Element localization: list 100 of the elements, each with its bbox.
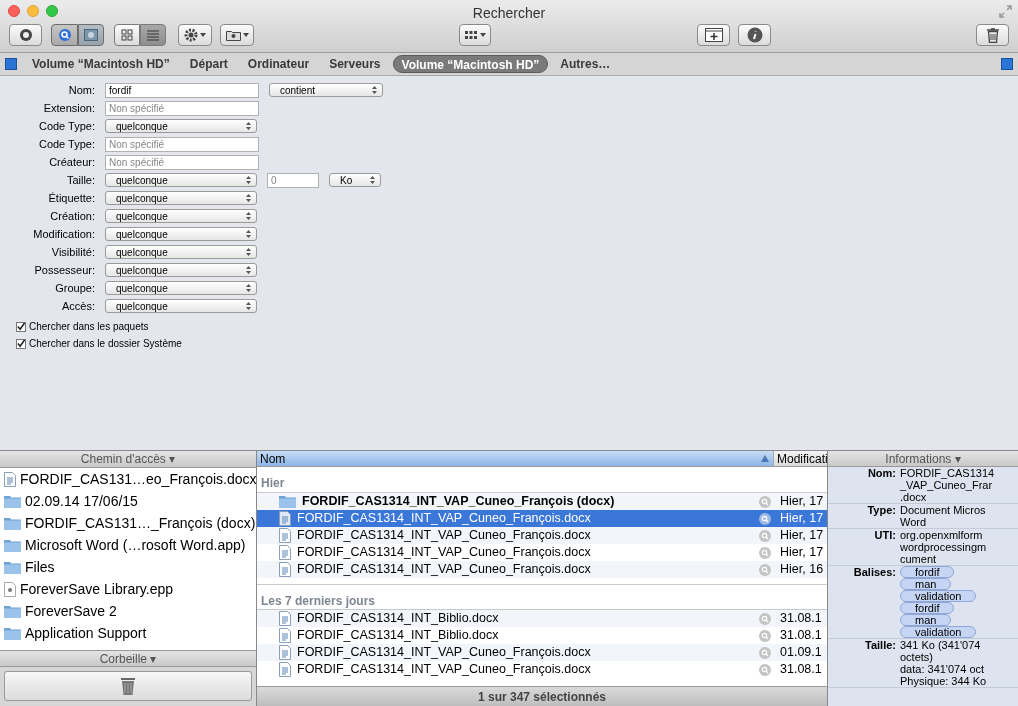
close-button[interactable] — [8, 5, 20, 17]
info-value: cument — [900, 553, 938, 565]
delete-button[interactable] — [976, 24, 1009, 46]
folder-action-button[interactable] — [220, 24, 254, 46]
tag[interactable]: validation — [900, 626, 977, 638]
popup-button[interactable]: quelconque — [105, 173, 257, 187]
popup-button[interactable]: quelconque — [105, 245, 257, 259]
search-button[interactable] — [51, 24, 78, 46]
popup-button[interactable]: quelconque — [105, 299, 257, 313]
info-value: _VAP_Cuneo_Frar — [900, 479, 994, 491]
tag[interactable]: fordif — [900, 602, 955, 614]
stepper-icon — [246, 194, 251, 202]
scope-tab[interactable]: Ordinateur — [239, 55, 318, 73]
file-name: FORDIF_CAS1314_INT_VAP_Cuneo_François.docx — [297, 510, 591, 528]
document-icon — [279, 545, 291, 560]
field-label: Groupe: — [54, 280, 96, 296]
result-row[interactable]: FORDIF_CAS1314_INT_VAP_Cuneo_François.docx Hier, 17 — [257, 510, 827, 527]
result-row[interactable]: FORDIF_CAS1314_INT_VAP_Cuneo_François.docx 01.09.1 — [257, 644, 827, 661]
result-row[interactable]: FORDIF_CAS1314_INT_VAP_Cuneo_François.docx Hier, 16 — [257, 561, 827, 578]
field-label: Accès: — [61, 298, 96, 314]
sidebar-icon[interactable] — [1001, 58, 1013, 70]
popup-button[interactable]: quelconque — [105, 119, 257, 133]
panel-header[interactable]: Corbeille ▾ — [0, 650, 256, 667]
stepper-icon — [246, 176, 251, 184]
popup-button[interactable]: quelconque — [105, 227, 257, 241]
input-field[interactable]: 0 — [267, 172, 319, 188]
path-item[interactable]: Files — [0, 556, 256, 578]
zoom-button[interactable] — [46, 5, 58, 17]
column-header[interactable]: Nom — [257, 451, 773, 466]
info-value: Physique: 344 Ko — [900, 675, 987, 687]
file-name: FORDIF_CAS1314_INT_VAP_Cuneo_François (docx) — [302, 493, 615, 511]
popup-button[interactable]: quelconque — [105, 263, 257, 277]
file-name: FORDIF_CAS1314_INT_VAP_Cuneo_François.docx — [297, 527, 591, 545]
tag[interactable]: man — [900, 614, 952, 626]
path-item[interactable]: Application Support — [0, 622, 256, 644]
tag[interactable]: validation — [900, 590, 977, 602]
field-label: Création: — [49, 208, 96, 224]
scope-tab[interactable]: Départ — [181, 55, 236, 73]
caret-icon — [242, 33, 249, 37]
info-label: Balises: — [852, 566, 897, 580]
tag[interactable]: fordif — [900, 566, 955, 578]
folder-icon — [4, 560, 21, 574]
path-item[interactable]: ForeverSave 2 — [0, 600, 256, 622]
view-button[interactable] — [114, 24, 140, 46]
info-value: data: 341'074 oct — [900, 663, 986, 675]
folder-icon — [4, 626, 21, 640]
arrange-button[interactable] — [459, 24, 491, 46]
path-item[interactable]: Microsoft Word (…rosoft Word.app) — [0, 534, 256, 556]
field-label: Étiquette: — [47, 190, 96, 206]
date-cell-text: Hier, 17 — [780, 510, 825, 528]
group-header: Les 7 derniers jours — [257, 584, 827, 610]
popup-button[interactable]: quelconque — [105, 281, 257, 295]
action-button[interactable] — [178, 24, 212, 46]
scope-tab[interactable]: Volume “Macintosh HD” — [392, 55, 549, 73]
checkbox[interactable] — [16, 321, 26, 332]
trash-button[interactable] — [4, 671, 252, 701]
tag[interactable]: man — [900, 578, 952, 590]
path-item[interactable]: 02.09.14 17/06/15 — [0, 490, 256, 512]
stepper-icon — [246, 212, 251, 220]
popup-button[interactable]: quelconque — [105, 191, 257, 205]
info-value: 341 Ko (341'074 — [900, 639, 982, 651]
info-label: UTI: — [873, 529, 897, 543]
document-icon — [279, 645, 291, 660]
path-item[interactable]: FORDIF_CAS131…_François (docx) — [0, 512, 256, 534]
path-item[interactable]: ForeverSave Library.epp — [0, 578, 256, 600]
popup-button[interactable]: quelconque — [105, 209, 257, 223]
checkbox[interactable] — [16, 338, 26, 349]
input-field[interactable]: fordif — [105, 82, 259, 98]
magnifier-icon[interactable] — [759, 512, 771, 525]
quick-look-button[interactable] — [9, 24, 42, 46]
result-row[interactable]: FORDIF_CAS1314_INT_VAP_Cuneo_François (docx) Hier, 17 — [257, 493, 827, 510]
fullscreen-icon[interactable] — [999, 5, 1012, 18]
input-field[interactable]: Non spécifié — [105, 136, 259, 152]
scope-tab[interactable]: Autres… — [552, 55, 619, 73]
info-button[interactable] — [738, 24, 771, 46]
panel-header[interactable]: Informations ▾ — [828, 451, 1018, 467]
new-window-button[interactable] — [697, 24, 730, 46]
scope-tab[interactable]: Serveurs — [321, 55, 389, 73]
list-icon — [146, 29, 160, 41]
result-row[interactable]: FORDIF_CAS1314_INT_Biblio.docx 31.08.1 — [257, 610, 827, 627]
path-item[interactable]: FORDIF_CAS131…eo_François.docx — [0, 468, 256, 490]
scope-tab[interactable]: Volume “Macintosh HD” — [24, 55, 178, 73]
date-cell-text: Hier, 16 — [780, 561, 825, 579]
image-search-button[interactable] — [78, 24, 104, 46]
minimize-button[interactable] — [27, 5, 39, 17]
file-name: FORDIF_CAS1314_INT_VAP_Cuneo_François.docx — [297, 661, 591, 679]
popup-button[interactable]: Ko — [329, 173, 381, 187]
file-name: FORDIF_CAS1314_INT_VAP_Cuneo_François.docx — [297, 561, 591, 579]
view-button[interactable] — [140, 24, 166, 46]
document-icon — [279, 662, 291, 677]
input-field[interactable]: Non spécifié — [105, 100, 259, 116]
popup-button[interactable]: contient — [269, 83, 383, 97]
info-value: Word — [900, 516, 928, 528]
result-row[interactable]: FORDIF_CAS1314_INT_VAP_Cuneo_François.docx Hier, 17 — [257, 527, 827, 544]
input-field[interactable]: Non spécifié — [105, 154, 259, 170]
panel-header[interactable]: Chemin d'accès ▾ — [0, 451, 256, 468]
file-name: FORDIF_CAS1314_INT_Biblio.docx — [297, 610, 499, 628]
column-header[interactable]: Modificati — [773, 451, 827, 466]
sidebar-icon[interactable] — [5, 58, 17, 70]
field-label: Nom: — [67, 82, 96, 98]
